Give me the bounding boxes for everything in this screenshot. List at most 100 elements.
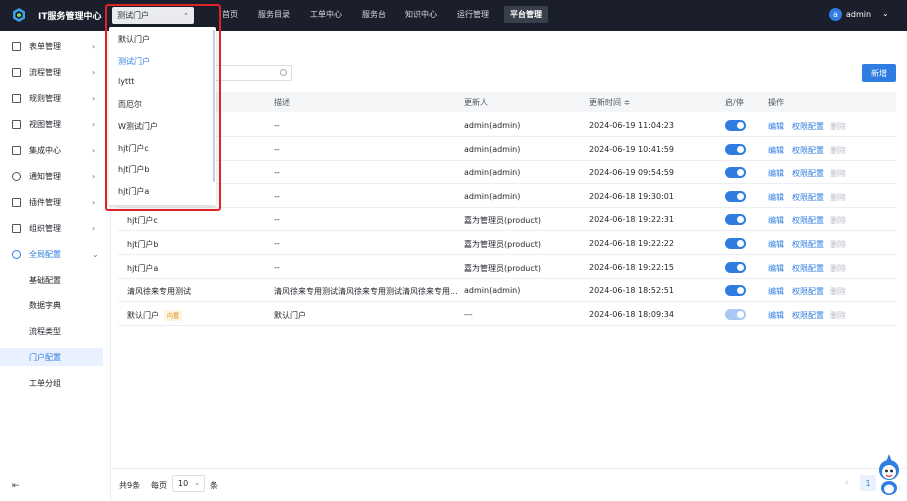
- portal-option[interactable]: hjt门户a: [118, 186, 149, 197]
- edit-link[interactable]: 编辑: [768, 215, 784, 226]
- nav-knowledge-center[interactable]: 知识中心: [405, 9, 437, 20]
- delete-link: 删除: [830, 264, 846, 273]
- cell-name: hjt门户c: [127, 216, 158, 225]
- cell-description: 清风徐来专用测试清风徐来专用测试清风徐来专用...: [274, 287, 458, 296]
- cell-updated-time: 2024-06-18 19:22:31: [589, 215, 674, 224]
- portal-option[interactable]: W测试门户: [118, 121, 158, 132]
- cell-updated-time: 2024-06-18 19:22:22: [589, 239, 674, 248]
- sidebar-item-process[interactable]: 流程管理 ›: [0, 61, 111, 83]
- sidebar-item-integration[interactable]: 集成中心 ›: [0, 139, 111, 161]
- sidebar-subitem-portal-config[interactable]: 门户配置: [0, 348, 103, 366]
- sidebar-item-notifications[interactable]: 通知管理 ›: [0, 165, 111, 187]
- add-button[interactable]: 新增: [862, 64, 896, 82]
- enable-toggle[interactable]: [725, 238, 746, 249]
- nav-service-catalog[interactable]: 服务目录: [258, 9, 290, 20]
- enable-toggle[interactable]: [725, 144, 746, 155]
- search-icon: [280, 69, 287, 76]
- portal-option[interactable]: hjt门户c: [118, 143, 149, 154]
- cell-description: --: [274, 263, 280, 272]
- sidebar-item-label: 插件管理: [29, 197, 61, 207]
- permission-config-link[interactable]: 权限配置: [792, 121, 824, 132]
- cell-updated-time: 2024-06-18 18:52:51: [589, 286, 674, 295]
- user-menu[interactable]: a admin: [829, 8, 871, 21]
- sidebar: 表单管理 › 流程管理 › 规则管理 › 视图管理 › 集成中心 › 通知管理 …: [0, 31, 111, 501]
- sidebar-item-label: 组织管理: [29, 223, 61, 233]
- cell-updated-time: 2024-06-19 11:04:23: [589, 121, 674, 130]
- cell-description: --: [274, 192, 280, 201]
- sidebar-item-plugins[interactable]: 插件管理 ›: [0, 191, 111, 213]
- collapse-sidebar-icon[interactable]: ⇤: [12, 481, 20, 491]
- cell-updater: 嘉为管理员(product): [464, 240, 542, 249]
- portal-option[interactable]: lyttt: [118, 77, 134, 86]
- rules-icon: [12, 93, 21, 103]
- delete-link: 删除: [830, 169, 846, 178]
- portal-option-selected[interactable]: 测试门户: [118, 56, 150, 67]
- sidebar-subitem-data-dictionary[interactable]: 数据字典: [0, 296, 103, 314]
- edit-link[interactable]: 编辑: [768, 121, 784, 132]
- sidebar-item-label: 通知管理: [29, 171, 61, 181]
- permission-config-link[interactable]: 权限配置: [792, 239, 824, 250]
- assistant-mascot-icon[interactable]: [876, 452, 902, 496]
- column-header-updated-time[interactable]: 更新时间 ≑: [589, 97, 630, 108]
- sidebar-item-rules[interactable]: 规则管理 ›: [0, 87, 111, 109]
- portal-option[interactable]: hjt门户b: [118, 164, 150, 175]
- prev-page-icon[interactable]: ‹: [845, 478, 849, 488]
- nav-platform-management[interactable]: 平台管理: [504, 6, 548, 23]
- enable-toggle[interactable]: [725, 214, 746, 225]
- enable-toggle[interactable]: [725, 262, 746, 273]
- dropdown-scrollbar[interactable]: [213, 30, 215, 182]
- nav-operations[interactable]: 运行管理: [457, 9, 489, 20]
- permission-config-link[interactable]: 权限配置: [792, 168, 824, 179]
- delete-link: 删除: [830, 146, 846, 155]
- cell-updater: admin(admin): [464, 121, 521, 130]
- delete-link: 删除: [830, 122, 846, 131]
- nav-service-desk[interactable]: 服务台: [362, 9, 386, 20]
- edit-link[interactable]: 编辑: [768, 310, 784, 321]
- permission-config-link[interactable]: 权限配置: [792, 310, 824, 321]
- enable-toggle[interactable]: [725, 285, 746, 296]
- column-header-actions: 操作: [768, 98, 784, 107]
- edit-link[interactable]: 编辑: [768, 286, 784, 297]
- sidebar-item-label: 规则管理: [29, 93, 61, 103]
- delete-link: 删除: [830, 287, 846, 296]
- permission-config-link[interactable]: 权限配置: [792, 215, 824, 226]
- edit-link[interactable]: 编辑: [768, 145, 784, 156]
- sidebar-subitem-ticket-group[interactable]: 工单分组: [0, 374, 103, 392]
- search-input[interactable]: [210, 65, 292, 81]
- process-icon: [12, 67, 21, 77]
- edit-link[interactable]: 编辑: [768, 192, 784, 203]
- page-number-button[interactable]: 1: [860, 475, 876, 491]
- plugin-icon: [12, 197, 21, 207]
- chevron-right-icon: ›: [92, 223, 96, 233]
- cell-updater: admin(admin): [464, 192, 521, 201]
- chevron-down-icon[interactable]: ⌄: [882, 9, 889, 18]
- permission-config-link[interactable]: 权限配置: [792, 192, 824, 203]
- cell-updated-time: 2024-06-19 09:54:59: [589, 168, 674, 177]
- enable-toggle[interactable]: [725, 167, 746, 178]
- sidebar-subitem-basic-config[interactable]: 基础配置: [0, 271, 103, 289]
- sidebar-item-forms[interactable]: 表单管理 ›: [0, 35, 111, 57]
- chevron-right-icon: ›: [92, 119, 96, 129]
- portal-option[interactable]: 默认门户: [118, 34, 150, 45]
- sidebar-item-global-config[interactable]: 全局配置 ⌄: [0, 243, 111, 265]
- avatar: a: [829, 8, 842, 21]
- portal-option[interactable]: 而厄尔: [118, 99, 142, 110]
- nav-home[interactable]: 首页: [222, 9, 238, 20]
- sidebar-subitem-process-type[interactable]: 流程类型: [0, 322, 103, 340]
- sidebar-item-organization[interactable]: 组织管理 ›: [0, 217, 111, 239]
- sidebar-item-views[interactable]: 视图管理 ›: [0, 113, 111, 135]
- gear-icon: [12, 249, 21, 259]
- permission-config-link[interactable]: 权限配置: [792, 263, 824, 274]
- enable-toggle[interactable]: [725, 191, 746, 202]
- user-name: admin: [846, 10, 872, 19]
- permission-config-link[interactable]: 权限配置: [792, 286, 824, 297]
- enable-toggle[interactable]: [725, 120, 746, 131]
- edit-link[interactable]: 编辑: [768, 239, 784, 250]
- cell-updated-time: 2024-06-19 10:41:59: [589, 145, 674, 154]
- edit-link[interactable]: 编辑: [768, 168, 784, 179]
- permission-config-link[interactable]: 权限配置: [792, 145, 824, 156]
- cell-description: --: [274, 121, 280, 130]
- page-size-select[interactable]: 10 ⌄: [172, 475, 205, 492]
- edit-link[interactable]: 编辑: [768, 263, 784, 274]
- nav-ticket-center[interactable]: 工单中心: [310, 9, 342, 20]
